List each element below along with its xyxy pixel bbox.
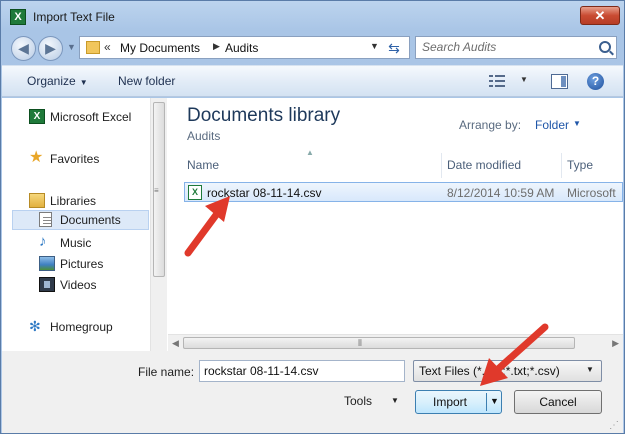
address-bar[interactable]: « My Documents ▶ Audits ▼ xyxy=(79,36,410,59)
nav-label: Microsoft Excel xyxy=(50,110,132,124)
scroll-left-icon[interactable]: ◀ xyxy=(172,338,179,349)
nav-item-libraries[interactable]: Libraries xyxy=(29,191,147,211)
search-input[interactable] xyxy=(422,40,592,54)
resize-grip-icon[interactable]: ⋰ xyxy=(609,420,619,431)
filter-value: Text Files (*.prn;*.txt;*.csv) xyxy=(419,364,560,378)
music-icon: ♪ xyxy=(39,233,47,250)
new-folder-button[interactable]: New folder xyxy=(118,74,175,88)
horizontal-scrollbar[interactable]: ◀ ⦀ ▶ xyxy=(168,334,623,351)
library-icon xyxy=(29,193,45,208)
dialog-footer: File name: Text Files (*.prn;*.txt;*.csv… xyxy=(2,351,623,433)
file-name-label: File name: xyxy=(138,365,195,379)
nav-label: Documents xyxy=(60,213,121,227)
address-dropdown[interactable]: ▼ xyxy=(370,41,379,51)
nav-item-microsoft-excel[interactable]: X Microsoft Excel xyxy=(29,107,147,127)
import-button[interactable]: Import ▼ xyxy=(415,390,502,414)
nav-label: Favorites xyxy=(50,152,100,166)
csv-file-icon: X xyxy=(188,185,202,200)
nav-label: Homegroup xyxy=(50,320,113,334)
title-bar: X Import Text File ✕ xyxy=(1,1,624,31)
nav-label: Libraries xyxy=(50,194,97,208)
navigation-pane: X Microsoft Excel ★ Favorites Libraries … xyxy=(2,98,149,351)
nav-label: Pictures xyxy=(60,257,104,271)
column-header-type[interactable]: Type xyxy=(562,153,623,178)
file-type: Microsoft xyxy=(567,186,616,200)
column-label: Date modified xyxy=(447,158,522,172)
star-icon: ★ xyxy=(29,149,44,166)
file-name-input[interactable] xyxy=(199,360,405,382)
search-icon[interactable] xyxy=(599,41,611,53)
library-title: Documents library xyxy=(187,105,341,126)
file-name: rockstar 08-11-14.csv xyxy=(207,186,322,200)
nav-item-documents[interactable]: Documents xyxy=(12,210,149,230)
cancel-label: Cancel xyxy=(539,395,577,409)
help-icon[interactable]: ? xyxy=(587,73,604,90)
chevron-down-icon: ▼ xyxy=(79,78,88,87)
scrollbar-thumb[interactable]: ⦀ xyxy=(183,337,575,349)
main-content: X Microsoft Excel ★ Favorites Libraries … xyxy=(2,98,623,351)
import-text-file-dialog: X Import Text File ✕ ◀ ▶ ▼ « My Document… xyxy=(0,0,625,434)
tools-button[interactable]: Tools xyxy=(344,394,372,408)
column-label: Type xyxy=(567,158,594,172)
column-header-name[interactable]: Name xyxy=(182,153,442,178)
library-subtitle: Audits xyxy=(187,129,221,143)
arrow-left-icon: ◀ xyxy=(18,40,29,56)
scroll-grip-icon: ⦀ xyxy=(358,338,362,348)
nav-item-homegroup[interactable]: ✻ Homegroup xyxy=(29,317,147,337)
navigation-scrollbar[interactable]: ≡ xyxy=(150,98,167,351)
file-row[interactable]: X rockstar 08-11-14.csv 8/12/2014 10:59 … xyxy=(184,182,623,202)
file-type-filter[interactable]: Text Files (*.prn;*.txt;*.csv) ▼ xyxy=(413,360,602,382)
column-label: Name xyxy=(187,158,220,172)
breadcrumb-audits[interactable]: Audits xyxy=(225,41,258,55)
window-title: Import Text File xyxy=(33,10,115,24)
excel-app-icon: X xyxy=(10,9,26,25)
import-options-dropdown[interactable]: ▼ xyxy=(490,396,499,406)
chevron-down-icon: ▼ xyxy=(586,365,594,374)
homegroup-icon: ✻ xyxy=(29,318,41,334)
scroll-right-icon[interactable]: ▶ xyxy=(612,338,619,349)
breadcrumb-overflow[interactable]: « xyxy=(104,40,111,54)
organize-button[interactable]: Organize ▼ xyxy=(27,74,88,88)
folder-icon xyxy=(86,41,100,54)
pictures-icon xyxy=(39,256,55,271)
split-divider xyxy=(486,393,487,411)
nav-item-pictures[interactable]: Pictures xyxy=(39,254,147,274)
videos-icon xyxy=(39,277,55,292)
cancel-button[interactable]: Cancel xyxy=(514,390,602,414)
nav-item-videos[interactable]: Videos xyxy=(39,275,147,295)
nav-item-favorites[interactable]: ★ Favorites xyxy=(29,149,147,169)
breadcrumb-separator-icon[interactable]: ▶ xyxy=(213,41,220,52)
import-label: Import xyxy=(432,395,467,409)
organize-label: Organize xyxy=(27,74,76,88)
nav-item-music[interactable]: ♪ Music xyxy=(39,233,147,253)
forward-button[interactable]: ▶ xyxy=(38,36,63,61)
close-button[interactable]: ✕ xyxy=(580,6,620,25)
file-date: 8/12/2014 10:59 AM xyxy=(447,186,555,200)
excel-icon: X xyxy=(29,109,45,124)
arrow-right-icon: ▶ xyxy=(45,40,56,56)
recent-pages-dropdown[interactable]: ▼ xyxy=(67,42,76,52)
change-view-icon[interactable] xyxy=(489,74,505,88)
nav-label: Music xyxy=(60,236,92,250)
arrange-by-label: Arrange by: xyxy=(459,118,522,132)
file-list-pane: Documents library Audits Arrange by: Fol… xyxy=(168,98,623,351)
breadcrumb-my-documents[interactable]: My Documents xyxy=(120,41,200,55)
back-button[interactable]: ◀ xyxy=(11,36,36,61)
refresh-icon[interactable]: ⇆ xyxy=(384,40,404,56)
arrange-by-value[interactable]: Folder xyxy=(535,118,569,132)
preview-pane-icon[interactable] xyxy=(551,74,568,89)
tools-dropdown-icon[interactable]: ▼ xyxy=(391,396,399,405)
scroll-grip-icon: ≡ xyxy=(154,186,159,195)
search-box[interactable] xyxy=(415,36,617,59)
document-icon xyxy=(39,212,52,227)
nav-label: Videos xyxy=(60,278,97,292)
view-options-dropdown[interactable]: ▼ xyxy=(520,75,528,84)
column-header-date-modified[interactable]: Date modified xyxy=(442,153,562,178)
arrange-dropdown-icon[interactable]: ▼ xyxy=(573,119,581,128)
command-bar: Organize ▼ New folder ▼ ? xyxy=(2,65,623,97)
